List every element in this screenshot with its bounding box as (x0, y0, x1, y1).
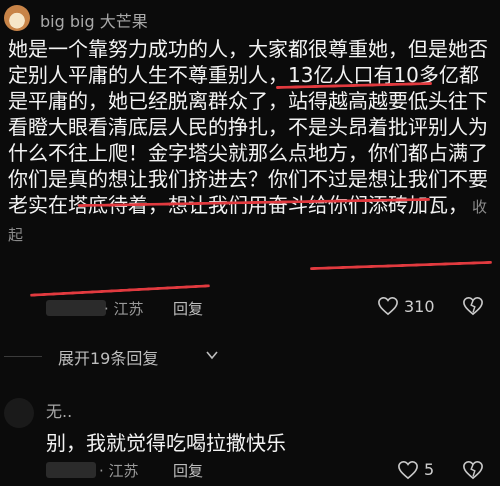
comment-username[interactable]: big big 大芒果 (40, 8, 148, 32)
reply-button[interactable]: 回复 (173, 298, 203, 319)
dislike-icon[interactable] (462, 460, 484, 480)
dislike-icon[interactable] (462, 296, 484, 316)
location: · 江苏 (104, 300, 144, 318)
comment-text: 别，我就觉得吃喝拉撒快乐 (46, 431, 286, 455)
expand-replies-button[interactable]: 展开19条回复 (58, 345, 158, 369)
heart-icon[interactable] (377, 296, 399, 316)
comment-body: 她是一个靠努力成功的人，大家都很尊重她，但是她否定别人平庸的人生不尊重别人，13… (8, 36, 495, 248)
reply-button[interactable]: 回复 (173, 460, 203, 481)
divider (4, 356, 42, 357)
like-count: 5 (424, 460, 435, 479)
timestamp (46, 300, 106, 316)
like-count: 310 (404, 297, 435, 316)
avatar[interactable] (4, 398, 34, 428)
timestamp (46, 462, 96, 478)
heart-icon[interactable] (397, 460, 419, 480)
location: · 江苏 (99, 462, 139, 480)
highlight-underline (30, 284, 210, 297)
comment-text: 她是一个靠努力成功的人，大家都很尊重她，但是她否定别人平庸的人生不尊重别人，13… (8, 37, 488, 217)
chevron-down-icon (206, 351, 218, 360)
avatar[interactable] (4, 5, 30, 31)
comment-username[interactable]: 无.. (46, 398, 72, 422)
highlight-underline (310, 260, 492, 271)
